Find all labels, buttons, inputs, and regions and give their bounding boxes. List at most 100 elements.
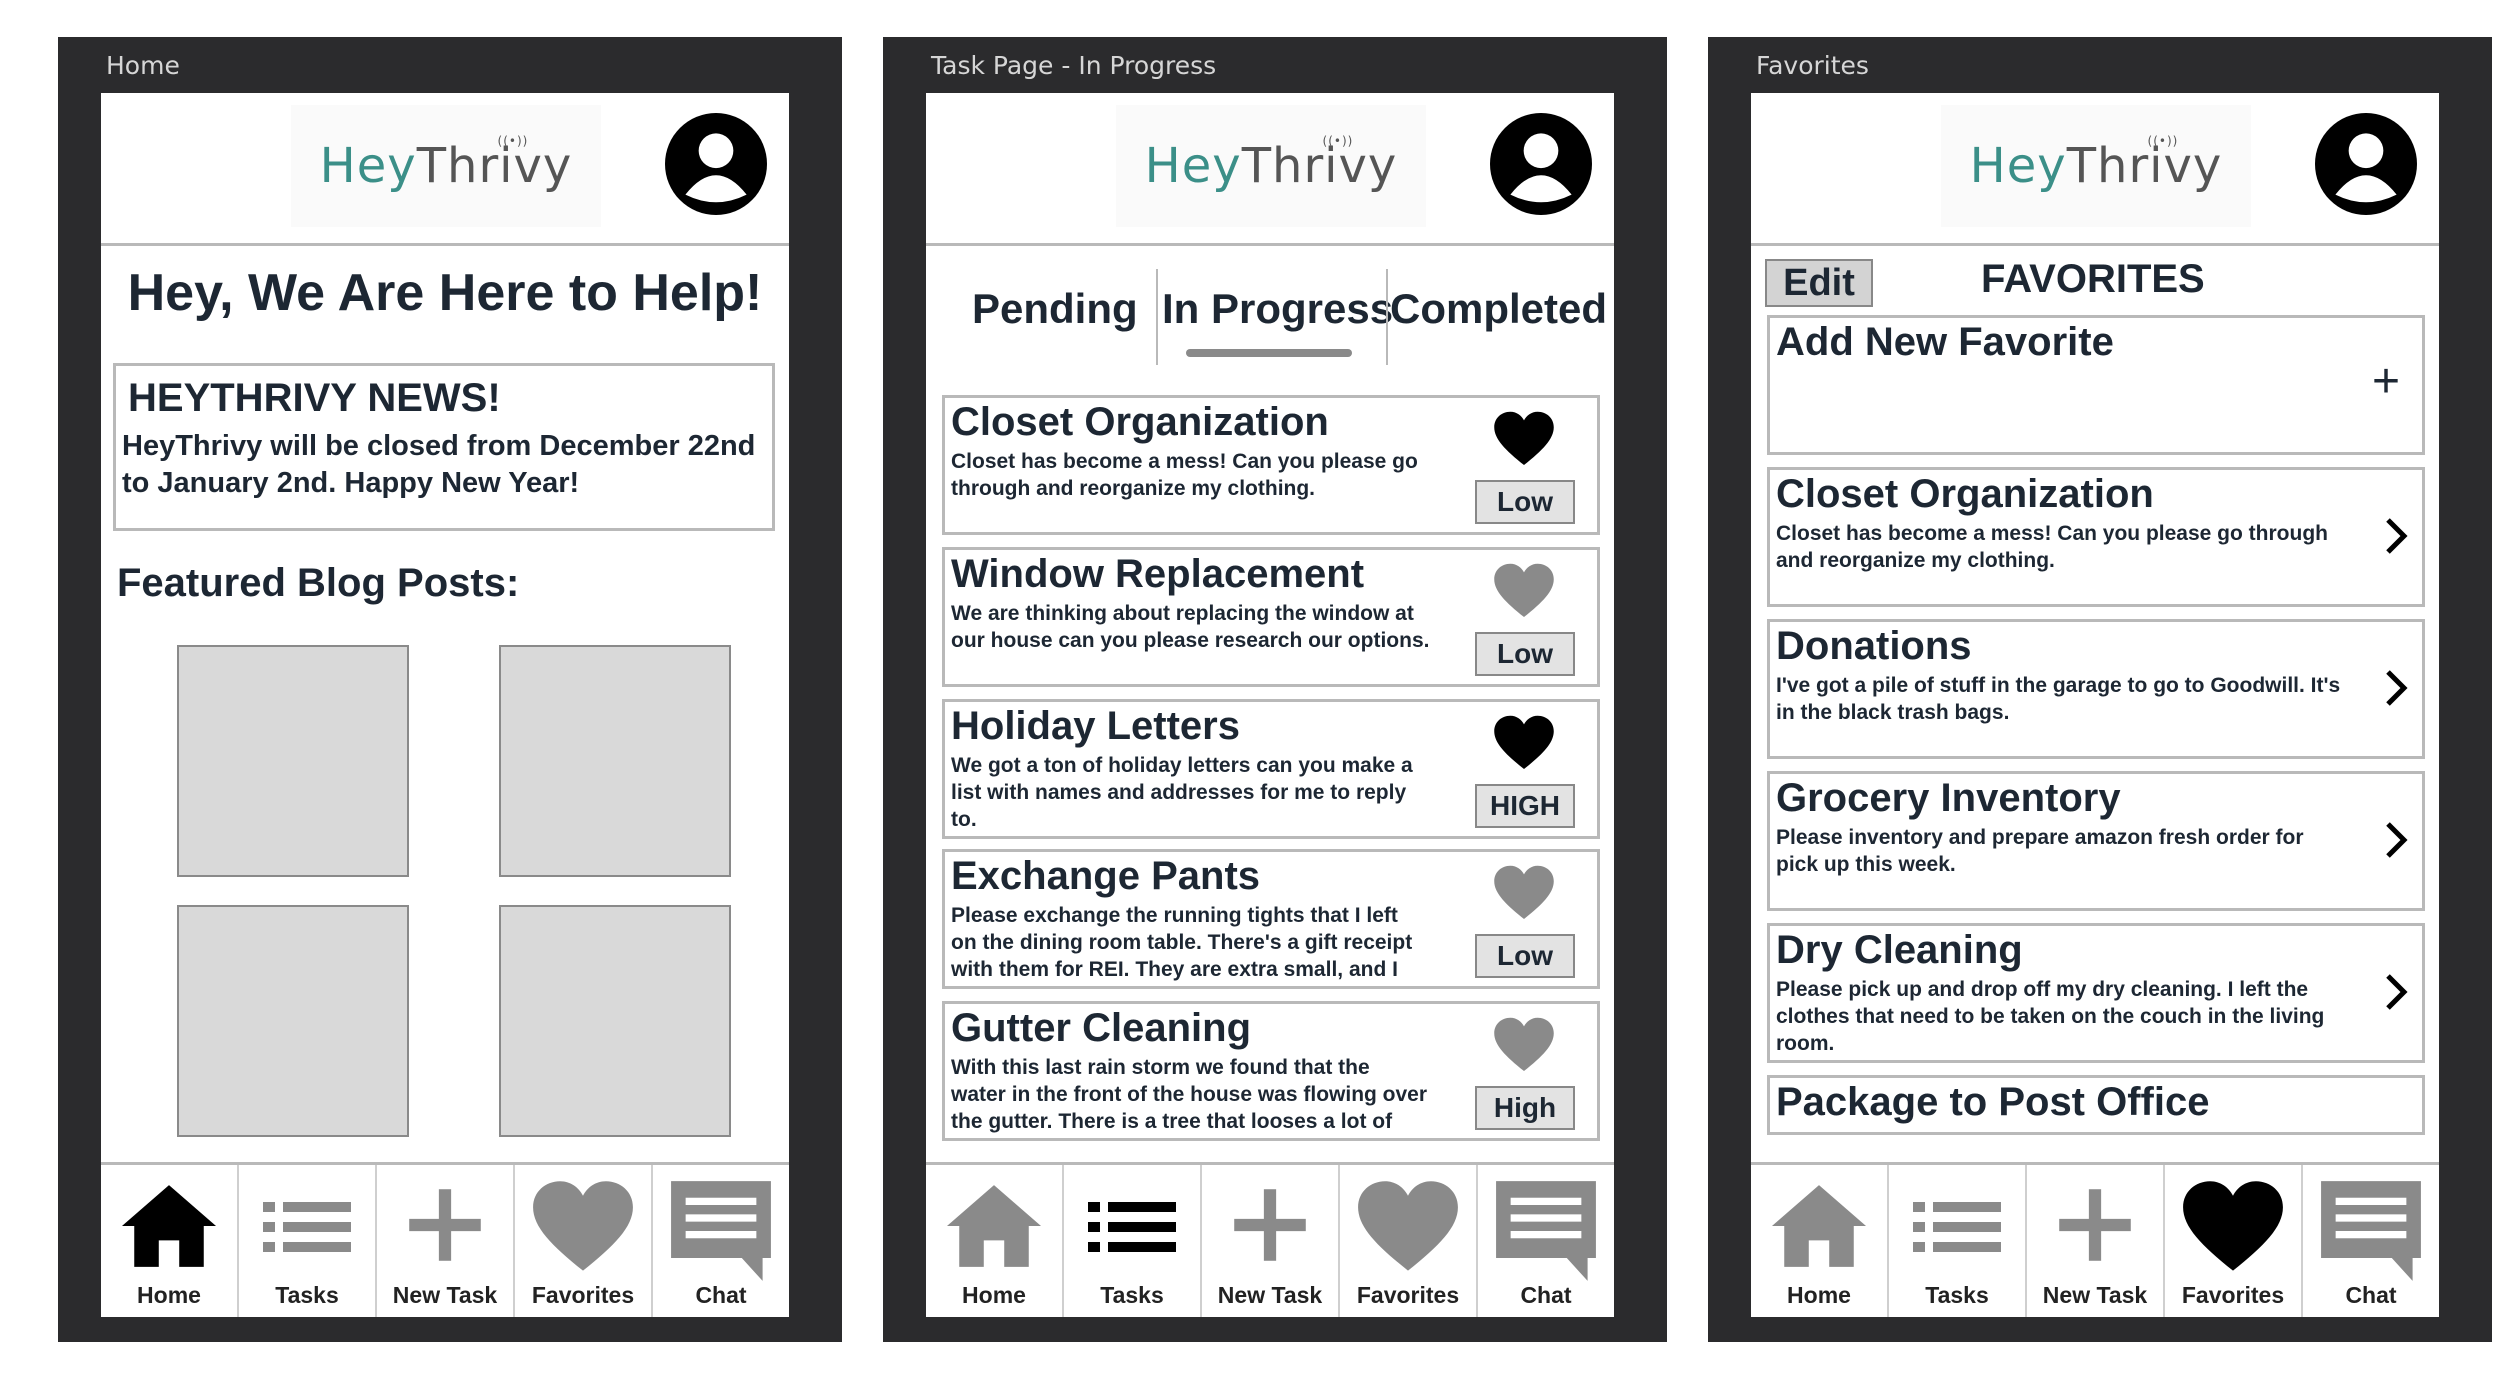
favorite-item[interactable]: Package to Post Office: [1767, 1075, 2425, 1135]
priority-badge: Low: [1475, 934, 1575, 978]
task-title: Window Replacement: [951, 552, 1365, 596]
news-body-line1: HeyThrivy will be closed from December 2…: [122, 430, 756, 462]
heart-icon[interactable]: [1493, 410, 1555, 468]
plus-icon: [409, 1189, 481, 1261]
nav-chat[interactable]: Chat: [653, 1165, 789, 1317]
task-card[interactable]: Holiday Letters We got a ton of holiday …: [942, 699, 1600, 839]
nav-tasks[interactable]: Tasks: [239, 1165, 377, 1317]
home-icon: [121, 1185, 217, 1267]
tab-divider: [1156, 269, 1158, 365]
task-description: Closet has become a mess! Can you please…: [951, 450, 1418, 500]
app-header: HeyThrivy ((•)): [926, 93, 1614, 246]
bottom-nav: Home Tasks New Task Favorites Chat: [1751, 1162, 2439, 1317]
nav-chat[interactable]: Chat: [2303, 1165, 2439, 1317]
nav-home-label: Home: [1787, 1282, 1851, 1308]
task-card[interactable]: Gutter Cleaning With this last rain stor…: [942, 1001, 1600, 1141]
task-description: With this last rain storm we found that …: [951, 1056, 1428, 1133]
heart-icon[interactable]: [1493, 864, 1555, 922]
priority-badge: High: [1475, 1086, 1575, 1130]
add-new-favorite-card[interactable]: Add New Favorite +: [1767, 315, 2425, 455]
tasks-phone: HeyThrivy ((•)) Pending In Progress Compl…: [926, 93, 1614, 1317]
heart-icon[interactable]: [1493, 1016, 1555, 1074]
favorites-phone: HeyThrivy ((•)) Edit FAVORITES Add New Fa…: [1751, 93, 2439, 1317]
blog-post-thumbnail[interactable]: [499, 905, 731, 1137]
blog-post-thumbnail[interactable]: [499, 645, 731, 877]
task-title: Holiday Letters: [951, 704, 1240, 748]
favorite-title: Donations: [1776, 624, 1972, 668]
heythrivy-logo[interactable]: HeyThrivy ((•)): [291, 105, 601, 227]
chat-icon: [671, 1181, 771, 1281]
priority-badge: Low: [1475, 480, 1575, 524]
tab-completed[interactable]: Completed: [1390, 285, 1607, 333]
heart-icon[interactable]: [1493, 562, 1555, 620]
nav-chat[interactable]: Chat: [1478, 1165, 1614, 1317]
nav-home[interactable]: Home: [101, 1165, 239, 1317]
chat-icon: [1496, 1181, 1596, 1281]
blog-post-thumbnail[interactable]: [177, 905, 409, 1137]
nav-new-task[interactable]: New Task: [377, 1165, 515, 1317]
favorite-description: I've got a pile of stuff in the garage t…: [1776, 674, 2341, 724]
blog-post-thumbnail[interactable]: [177, 645, 409, 877]
heythrivy-logo[interactable]: HeyThrivy ((•)): [1941, 105, 2251, 227]
chevron-right-icon[interactable]: [2382, 516, 2410, 556]
nav-new-task[interactable]: New Task: [2027, 1165, 2165, 1317]
task-card[interactable]: Exchange Pants Please exchange the runni…: [942, 849, 1600, 989]
home-icon: [1771, 1185, 1867, 1267]
app-header: HeyThrivy ((•)): [1751, 93, 2439, 246]
nav-favorites[interactable]: Favorites: [2165, 1165, 2303, 1317]
nav-home[interactable]: Home: [926, 1165, 1064, 1317]
heythrivy-logo[interactable]: HeyThrivy ((•)): [1116, 105, 1426, 227]
favorite-item[interactable]: Donations I've got a pile of stuff in th…: [1767, 619, 2425, 759]
tab-pending[interactable]: Pending: [972, 285, 1138, 333]
nav-new-task-label: New Task: [392, 1282, 498, 1308]
favorite-item[interactable]: Grocery Inventory Please inventory and p…: [1767, 771, 2425, 911]
chevron-right-icon[interactable]: [2382, 668, 2410, 708]
nav-favorites[interactable]: Favorites: [515, 1165, 653, 1317]
home-phone: HeyThrivy ((•)) Hey, We Are Here to Help!…: [101, 93, 789, 1317]
favorites-screen-frame: Favorites HeyThrivy ((•)) Edit FAVORITES …: [1708, 37, 2492, 1342]
nav-chat-label: Chat: [2345, 1282, 2397, 1308]
nav-tasks[interactable]: Tasks: [1064, 1165, 1202, 1317]
task-card[interactable]: Window Replacement We are thinking about…: [942, 547, 1600, 687]
task-description: We are thinking about replacing the wind…: [951, 602, 1430, 652]
favorite-item[interactable]: Dry Cleaning Please pick up and drop off…: [1767, 923, 2425, 1063]
nav-favorites[interactable]: Favorites: [1340, 1165, 1478, 1317]
task-card[interactable]: Closet Organization Closet has become a …: [942, 395, 1600, 535]
nav-tasks-label: Tasks: [1100, 1282, 1164, 1308]
profile-avatar-icon[interactable]: [665, 113, 767, 215]
frame-label: Favorites: [1756, 51, 1869, 80]
chevron-right-icon[interactable]: [2382, 820, 2410, 860]
profile-avatar-icon[interactable]: [2315, 113, 2417, 215]
favorite-description: Please pick up and drop off my dry clean…: [1776, 978, 2325, 1055]
news-card: HEYTHRIVY NEWS! HeyThrivy will be closed…: [113, 363, 775, 531]
profile-avatar-icon[interactable]: [1490, 113, 1592, 215]
favorite-item[interactable]: Closet Organization Closet has become a …: [1767, 467, 2425, 607]
tasks-screen-frame: Task Page - In Progress HeyThrivy ((•)) P…: [883, 37, 1667, 1342]
list-icon: [1913, 1202, 2001, 1252]
tab-in-progress[interactable]: In Progress: [1162, 285, 1393, 333]
task-title: Closet Organization: [951, 400, 1329, 444]
tab-divider: [1386, 269, 1388, 365]
nav-home[interactable]: Home: [1751, 1165, 1889, 1317]
chevron-right-icon[interactable]: [2382, 972, 2410, 1012]
plus-icon[interactable]: +: [2372, 354, 2400, 409]
favorite-title: Dry Cleaning: [1776, 928, 2023, 972]
bottom-nav: Home Tasks New Task Favorites Chat: [101, 1162, 789, 1317]
task-description: We got a ton of holiday letters can you …: [951, 754, 1413, 831]
chat-icon: [2321, 1181, 2421, 1281]
nav-new-task-label: New Task: [1217, 1282, 1323, 1308]
edit-button[interactable]: Edit: [1765, 259, 1873, 307]
favorite-title: Closet Organization: [1776, 472, 2154, 516]
favorite-title: Package to Post Office: [1776, 1080, 2210, 1124]
nav-tasks-label: Tasks: [1925, 1282, 1989, 1308]
list-icon: [1088, 1202, 1176, 1252]
nav-new-task[interactable]: New Task: [1202, 1165, 1340, 1317]
nav-home-label: Home: [137, 1282, 201, 1308]
task-description: Please exchange the running tights that …: [951, 904, 1413, 981]
nav-chat-label: Chat: [695, 1282, 747, 1308]
priority-badge: Low: [1475, 632, 1575, 676]
heart-icon[interactable]: [1493, 714, 1555, 772]
nav-tasks[interactable]: Tasks: [1889, 1165, 2027, 1317]
nav-favorites-label: Favorites: [2181, 1282, 2285, 1308]
blog-heading: Featured Blog Posts:: [117, 561, 520, 605]
